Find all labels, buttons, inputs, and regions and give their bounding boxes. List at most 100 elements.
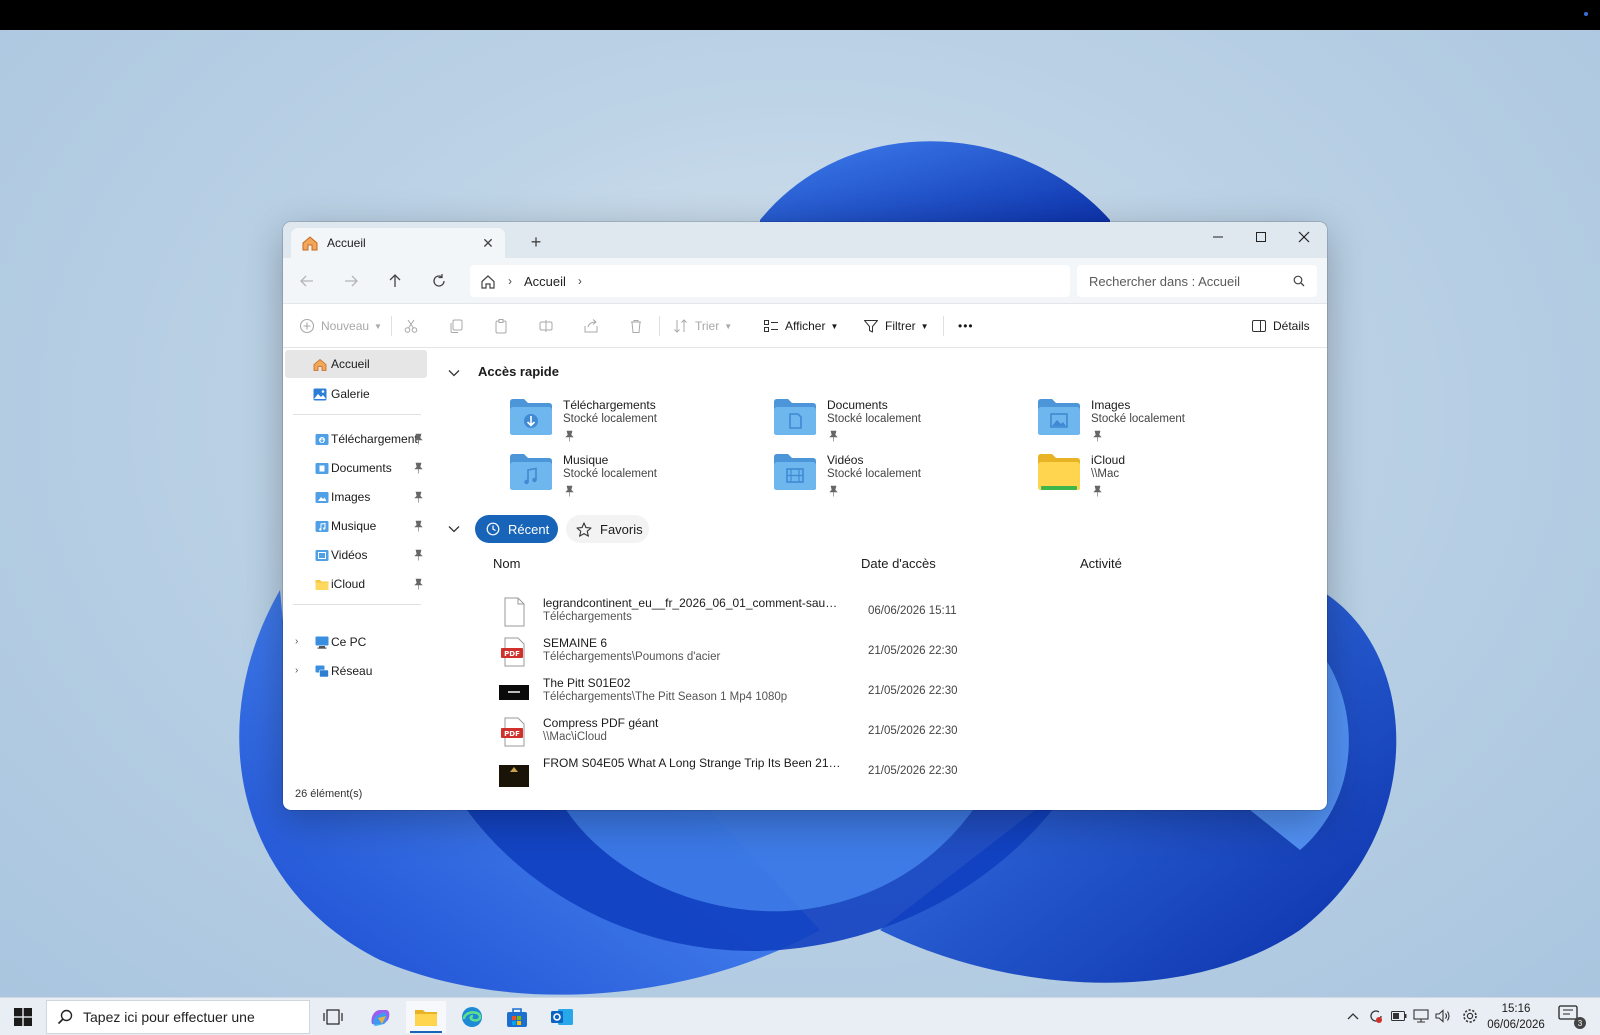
sidebar-item-reseau[interactable]: › Réseau xyxy=(285,657,427,685)
column-header-name[interactable]: Nom xyxy=(493,556,520,571)
home-outline-icon xyxy=(481,274,495,289)
quick-access-item[interactable]: Vidéos Stocké localement xyxy=(773,451,1013,503)
sidebar-divider xyxy=(293,414,421,415)
music-folder-icon xyxy=(315,520,329,532)
forward-button[interactable] xyxy=(337,267,365,295)
pin-icon[interactable] xyxy=(414,549,423,561)
table-row[interactable]: FROM S04E05 What A Long Strange Trip Its… xyxy=(493,753,1313,788)
pin-icon[interactable] xyxy=(414,433,423,445)
quick-access-item[interactable]: Musique Stocké localement xyxy=(509,451,749,503)
tab-accueil[interactable]: Accueil ✕ xyxy=(291,228,505,258)
sidebar-item-label: Accueil xyxy=(331,357,370,371)
sort-button[interactable]: Trier ▼ xyxy=(673,314,732,338)
table-row[interactable]: The Pitt S01E02 Téléchargements\The Pitt… xyxy=(493,673,1313,713)
pin-icon[interactable] xyxy=(414,462,423,474)
sidebar-item-accueil[interactable]: Accueil xyxy=(285,350,427,378)
tab-recent[interactable]: Récent xyxy=(475,515,558,543)
notification-center-button[interactable]: 3 xyxy=(1558,1005,1588,1029)
close-tab-icon[interactable]: ✕ xyxy=(481,235,495,251)
paste-button[interactable] xyxy=(493,314,515,338)
item-count-status: 26 élément(s) xyxy=(295,788,363,800)
file-name: The Pitt S01E02 xyxy=(543,676,631,690)
file-explorer-app[interactable] xyxy=(406,1001,446,1033)
sidebar-item-documents[interactable]: Documents xyxy=(285,454,427,482)
chevron-down-icon[interactable] xyxy=(447,366,461,380)
taskbar-search-input[interactable]: Tapez ici pour effectuer une xyxy=(46,1000,310,1034)
copy-button[interactable] xyxy=(448,314,470,338)
table-row[interactable]: PDF Compress PDF géant \\Mac\iCloud 21/0… xyxy=(493,713,1313,753)
copilot-app[interactable] xyxy=(360,1001,400,1033)
maximize-button[interactable] xyxy=(1240,222,1282,252)
chevron-down-icon: ▼ xyxy=(830,321,839,331)
details-button[interactable]: Détails xyxy=(1251,314,1310,338)
volume-icon[interactable] xyxy=(1434,1007,1452,1025)
sidebar-item-musique[interactable]: Musique xyxy=(285,512,427,540)
quick-access-location: Stocké localement xyxy=(563,413,657,425)
rename-button[interactable] xyxy=(538,314,560,338)
sidebar-item-videos[interactable]: Vidéos xyxy=(285,541,427,569)
table-row[interactable]: legrandcontinent_eu__fr_2026_06_01_comme… xyxy=(493,593,1313,633)
pin-icon[interactable] xyxy=(414,520,423,532)
column-header-date[interactable]: Date d'accès xyxy=(861,556,936,571)
more-options-button[interactable]: ••• xyxy=(958,314,974,338)
filter-button[interactable]: Filtrer ▼ xyxy=(863,314,929,338)
pdf-icon: PDF xyxy=(501,717,525,747)
close-window-button[interactable] xyxy=(1283,222,1325,252)
pin-icon xyxy=(1093,430,1102,442)
navigation-pane: Accueil Galerie Téléchargements Document… xyxy=(283,348,428,783)
view-button[interactable]: Afficher ▼ xyxy=(763,314,838,338)
windows-start-icon[interactable] xyxy=(14,1008,32,1026)
search-icon xyxy=(1293,275,1305,287)
share-button[interactable] xyxy=(583,314,605,338)
view-list-icon xyxy=(764,320,778,332)
system-clock[interactable]: 15:16 06/06/2026 xyxy=(1480,1001,1552,1033)
chevron-right-icon[interactable]: › xyxy=(578,274,582,288)
quick-access-item[interactable]: Images Stocké localement xyxy=(1037,396,1277,448)
address-bar[interactable]: › Accueil › xyxy=(470,265,1070,297)
search-box[interactable]: Rechercher dans : Accueil xyxy=(1077,265,1317,297)
pin-icon[interactable] xyxy=(414,491,423,503)
sidebar-item-images[interactable]: Images xyxy=(285,483,427,511)
task-view-button[interactable] xyxy=(313,1001,353,1033)
table-row[interactable]: PDF SEMAINE 6 Téléchargements\Poumons d'… xyxy=(493,633,1313,673)
quick-access-item[interactable]: Téléchargements Stocké localement xyxy=(509,396,749,448)
new-tab-button[interactable]: + xyxy=(523,230,549,254)
sync-status-icon[interactable] xyxy=(1367,1007,1385,1025)
quick-access-name: Musique xyxy=(563,453,609,467)
sync-icon xyxy=(1370,1010,1382,1023)
chevron-right-icon[interactable]: › xyxy=(295,665,298,676)
sidebar-item-telechargements[interactable]: Téléchargements xyxy=(285,425,427,453)
refresh-button[interactable] xyxy=(425,267,453,295)
breadcrumb-accueil[interactable]: Accueil xyxy=(524,274,566,289)
back-button[interactable] xyxy=(293,267,321,295)
network-status-icon[interactable] xyxy=(1412,1007,1430,1025)
sidebar-item-ce-pc[interactable]: › Ce PC xyxy=(285,628,427,656)
sidebar-item-icloud[interactable]: iCloud xyxy=(285,570,427,598)
pin-icon[interactable] xyxy=(414,578,423,590)
quick-access-item[interactable]: iCloud \\Mac xyxy=(1037,451,1277,503)
chevron-down-icon[interactable] xyxy=(447,522,461,536)
cut-button[interactable] xyxy=(403,314,425,338)
edge-app[interactable] xyxy=(452,1001,492,1033)
outlook-app[interactable] xyxy=(542,1001,582,1033)
settings-icon[interactable] xyxy=(1461,1007,1479,1025)
quick-access-location: Stocké localement xyxy=(563,468,657,480)
videos-folder-icon xyxy=(774,454,816,490)
show-hidden-icons-button[interactable] xyxy=(1344,1007,1362,1025)
chevron-right-icon[interactable]: › xyxy=(295,636,298,647)
images-folder-icon xyxy=(315,491,329,503)
tab-favorites[interactable]: Favoris xyxy=(566,515,649,543)
new-button[interactable]: Nouveau ▼ xyxy=(299,314,382,338)
battery-icon[interactable] xyxy=(1390,1007,1408,1025)
delete-button[interactable] xyxy=(628,314,650,338)
up-button[interactable] xyxy=(381,267,409,295)
quick-access-item[interactable]: Documents Stocké localement xyxy=(773,396,1013,448)
documents-folder-icon xyxy=(315,462,329,474)
column-header-activity[interactable]: Activité xyxy=(1080,556,1122,571)
quick-access-location: Stocké localement xyxy=(1091,413,1185,425)
sidebar-item-galerie[interactable]: Galerie xyxy=(285,380,427,408)
store-app[interactable] xyxy=(497,1001,537,1033)
minimize-button[interactable] xyxy=(1197,222,1239,252)
search-icon xyxy=(57,1009,73,1025)
sidebar-item-label: Réseau xyxy=(331,664,373,678)
